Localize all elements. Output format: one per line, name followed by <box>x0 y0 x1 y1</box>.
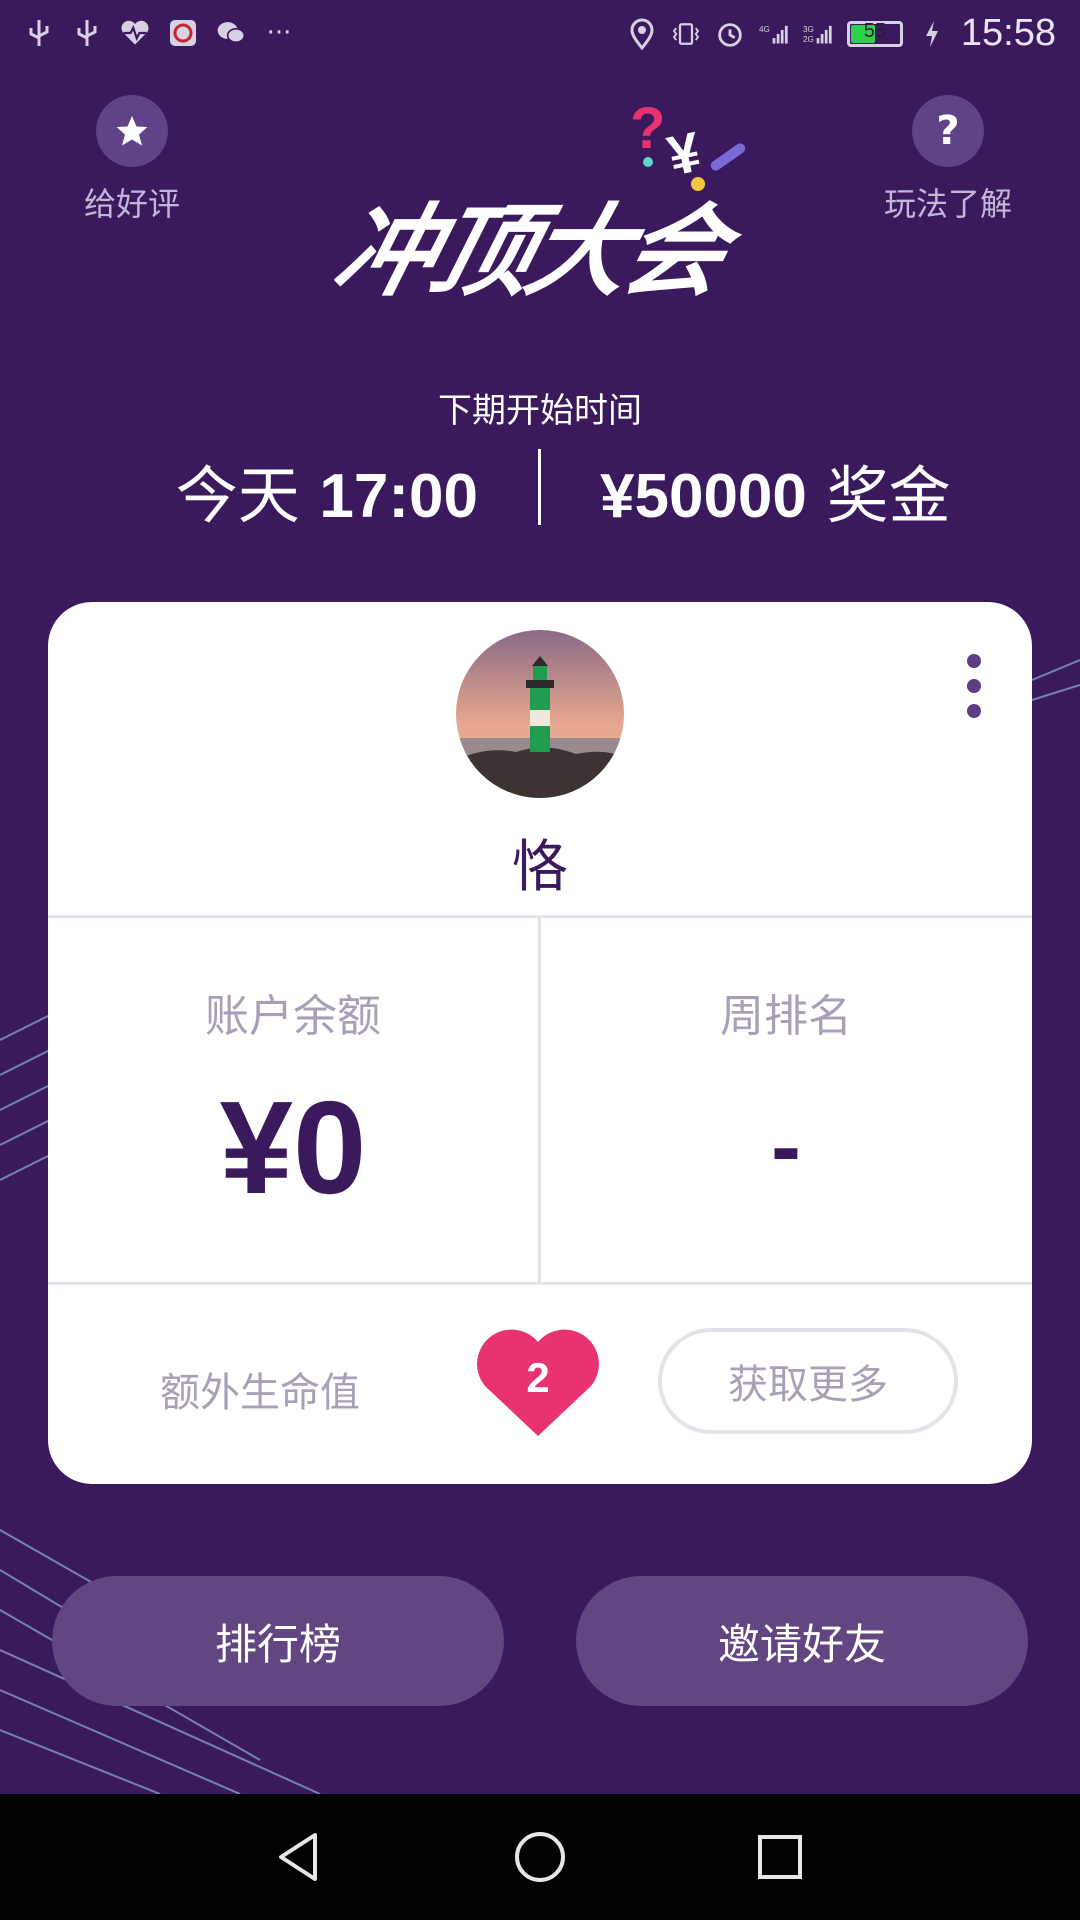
status-bar: ··· 4G 3G 2G 55 15:58 <box>0 0 1080 72</box>
logo-text: 冲顶大会 <box>323 193 737 310</box>
heart-icon: 2 <box>473 1324 603 1442</box>
rate-button[interactable]: 给好评 <box>42 95 222 225</box>
svg-text:2G: 2G <box>803 35 814 44</box>
balance-value: ¥0 <box>219 1074 367 1221</box>
usb-icon <box>24 18 54 48</box>
prize-suffix: 奖金 <box>826 459 951 532</box>
wechat-icon <box>216 18 246 48</box>
location-icon <box>627 18 657 50</box>
usb-icon <box>72 18 102 48</box>
question-icon: ? <box>912 95 984 167</box>
app-logo: ? ¥ 冲顶大会 <box>323 100 750 310</box>
charging-icon <box>917 19 947 49</box>
next-round-divider <box>538 449 541 525</box>
more-options-icon[interactable] <box>964 654 984 718</box>
signal-4g-icon: 4G <box>759 19 789 49</box>
alarm-icon <box>715 19 745 49</box>
get-more-button[interactable]: 获取更多 <box>658 1328 958 1434</box>
username: 恪 <box>512 835 568 900</box>
menu-dot <box>967 679 981 693</box>
weekly-rank-section[interactable]: 周排名 - <box>541 918 1031 1282</box>
next-round-label: 下期开始时间 <box>438 391 642 431</box>
recents-icon[interactable] <box>747 1824 813 1890</box>
how-to-play-label: 玩法了解 <box>883 185 1012 223</box>
home-icon[interactable] <box>507 1824 573 1890</box>
weekly-rank-value: - <box>771 1097 801 1197</box>
next-round-info: 今天 17:00 ¥50000 奖金 <box>0 445 1080 532</box>
heartbeat-icon <box>120 18 150 48</box>
rate-label: 给好评 <box>83 185 180 223</box>
more-notifications-icon: ··· <box>266 18 292 48</box>
invite-friends-button[interactable]: 邀请好友 <box>576 1576 1028 1706</box>
signal-3g-icon: 3G 2G <box>803 19 833 49</box>
svg-text:?: ? <box>630 100 665 161</box>
system-indicators: 4G 3G 2G 55 15:58 <box>627 12 1056 55</box>
weekly-rank-label: 周排名 <box>720 991 852 1042</box>
back-icon[interactable] <box>266 1824 332 1890</box>
balance-section[interactable]: 账户余额 ¥0 <box>48 918 538 1282</box>
prize-amount: ¥50000 <box>600 462 807 531</box>
battery-text: 55 <box>863 19 887 42</box>
how-to-play-button[interactable]: ? 玩法了解 <box>858 95 1038 225</box>
profile-card: 恪 账户余额 ¥0 周排名 - 额外生命值 2 获取更多 <box>48 602 1032 1484</box>
leaderboard-button[interactable]: 排行榜 <box>52 1576 504 1706</box>
clock: 15:58 <box>960 12 1056 54</box>
menu-dot <box>967 654 981 668</box>
bank-app-icon <box>168 18 198 48</box>
star-icon <box>96 95 168 167</box>
extra-lives-count: 2 <box>526 1354 550 1401</box>
svg-text:4G: 4G <box>759 24 770 33</box>
battery-icon: 55 <box>846 19 903 47</box>
next-round-time: 今天 17:00 <box>176 445 478 535</box>
avatar[interactable] <box>456 630 624 798</box>
next-round-clock: 17:00 <box>319 462 478 531</box>
next-round-prize: ¥50000 奖金 <box>600 445 951 535</box>
divider <box>48 1282 1032 1285</box>
svg-text:3G: 3G <box>803 24 814 33</box>
balance-label: 账户余额 <box>205 991 381 1042</box>
menu-dot <box>967 704 981 718</box>
vibrate-icon <box>671 19 701 49</box>
extra-lives-label: 额外生命值 <box>160 1370 360 1416</box>
next-round-day: 今天 <box>175 459 300 532</box>
notification-icons: ··· <box>24 18 294 48</box>
navigation-bar <box>0 1794 1080 1920</box>
